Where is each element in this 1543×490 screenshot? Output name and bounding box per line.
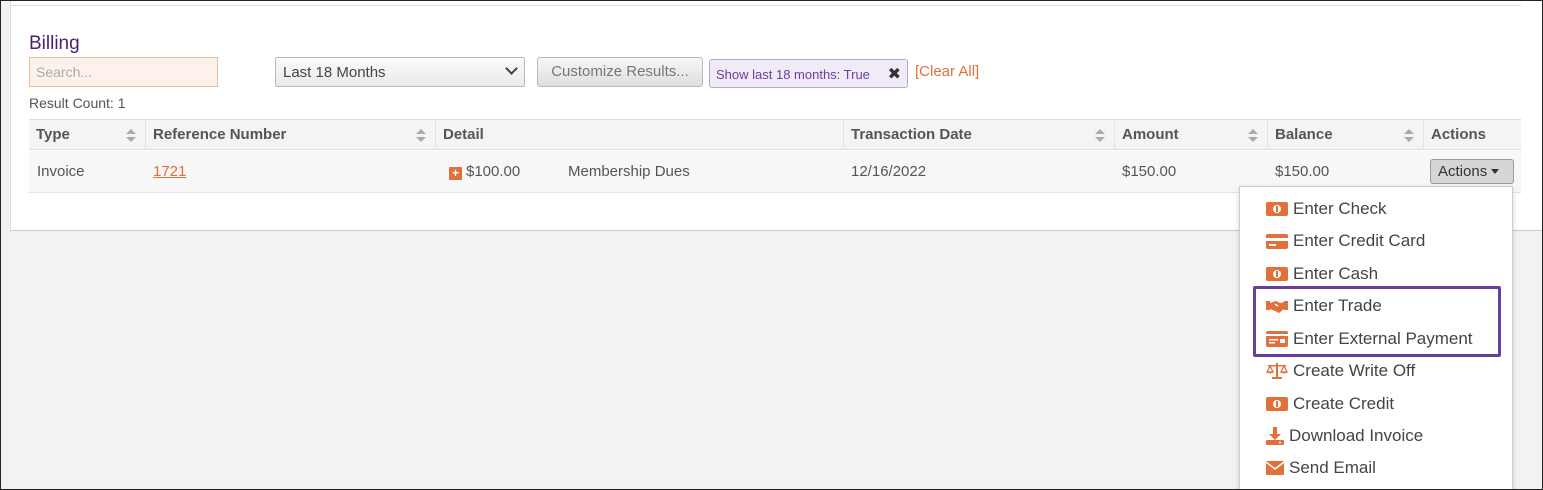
menu-item-enter-check[interactable]: Enter Check <box>1266 197 1387 221</box>
money-bill-icon <box>1266 394 1288 414</box>
close-icon[interactable]: ✖ <box>888 64 901 84</box>
column-header-reference[interactable]: Reference Number <box>146 120 436 150</box>
cell-detail-amount: + $100.00 <box>449 163 520 180</box>
actions-dropdown-button[interactable]: Actions <box>1430 159 1514 184</box>
menu-item-create-credit[interactable]: Create Credit <box>1266 392 1394 416</box>
column-header-label: Type <box>36 126 70 143</box>
sort-icon[interactable] <box>1248 129 1258 142</box>
cell-transaction-date: 12/16/2022 <box>851 163 927 180</box>
cell-balance: $150.00 <box>1275 163 1330 180</box>
actions-button-label: Actions <box>1438 163 1488 180</box>
panel-top-divider <box>11 0 1521 6</box>
menu-item-enter-cash[interactable]: Enter Cash <box>1266 262 1378 286</box>
period-select-value: Last 18 Months <box>283 64 386 81</box>
balance-scale-icon <box>1266 361 1288 381</box>
column-header-type[interactable]: Type <box>29 120 146 150</box>
column-header-actions: Actions <box>1424 120 1521 150</box>
envelope-icon <box>1266 458 1284 478</box>
menu-item-label: Enter External Payment <box>1293 329 1473 348</box>
handshake-icon <box>1266 296 1288 316</box>
filter-chip-label: Show last 18 months: True <box>716 67 870 82</box>
result-count: Result Count: 1 <box>29 95 126 111</box>
money-bill-icon <box>1266 264 1288 284</box>
menu-item-label: Enter Cash <box>1293 264 1379 283</box>
menu-item-enter-credit-card[interactable]: Enter Credit Card <box>1266 229 1425 253</box>
menu-item-enter-trade[interactable]: Enter Trade <box>1266 294 1382 318</box>
customize-results-button[interactable]: Customize Results... <box>537 57 703 87</box>
column-header-label: Transaction Date <box>851 126 972 143</box>
menu-item-label: Create Credit <box>1293 394 1395 413</box>
sort-icon[interactable] <box>1095 129 1105 142</box>
caret-down-icon <box>1491 169 1500 174</box>
menu-item-label: Enter Check <box>1293 199 1387 218</box>
detail-amount: $100.00 <box>466 163 521 180</box>
credit-card-icon <box>1266 231 1288 251</box>
page-title: Billing <box>29 33 80 54</box>
reference-link[interactable]: 1721 <box>153 163 186 180</box>
sort-icon[interactable] <box>126 129 136 142</box>
filter-chip: Show last 18 months: True ✖ <box>709 59 908 88</box>
card-icon <box>1266 329 1288 349</box>
menu-item-enter-external-payment[interactable]: Enter External Payment <box>1266 327 1473 351</box>
actions-menu: Enter Check Enter Credit Card Enter Cash… <box>1239 186 1513 490</box>
column-header-label: Detail <box>443 126 484 143</box>
download-icon <box>1266 426 1284 446</box>
menu-item-label: Create Write Off <box>1293 361 1416 380</box>
cell-detail-description: Membership Dues <box>568 163 690 180</box>
table-header: Type Reference Number Detail Transaction… <box>29 120 1521 150</box>
billing-table: Type Reference Number Detail Transaction… <box>29 119 1521 193</box>
money-bill-icon <box>1266 199 1288 219</box>
menu-item-download-invoice[interactable]: Download Invoice <box>1266 424 1423 448</box>
menu-item-label: Enter Trade <box>1293 296 1382 315</box>
menu-item-create-write-off[interactable]: Create Write Off <box>1266 359 1415 383</box>
cell-type: Invoice <box>37 163 85 180</box>
menu-item-label: Send Email <box>1289 458 1376 477</box>
menu-item-label: Enter Credit Card <box>1293 231 1426 250</box>
expand-plus-icon[interactable]: + <box>449 167 462 180</box>
column-header-label: Amount <box>1122 126 1179 143</box>
period-select[interactable]: Last 18 Months <box>275 57 525 87</box>
column-header-date[interactable]: Transaction Date <box>844 120 1115 150</box>
cell-amount: $150.00 <box>1122 163 1177 180</box>
menu-item-send-email[interactable]: Send Email <box>1266 456 1376 480</box>
column-header-amount[interactable]: Amount <box>1115 120 1268 150</box>
column-header-balance[interactable]: Balance <box>1268 120 1424 150</box>
column-header-detail: Detail <box>436 120 844 150</box>
menu-item-label: Download Invoice <box>1289 426 1424 445</box>
search-input[interactable] <box>29 57 218 87</box>
sort-icon[interactable] <box>416 129 426 142</box>
column-header-label: Reference Number <box>153 126 287 143</box>
clear-all-link[interactable]: [Clear All] <box>915 63 979 80</box>
chevron-down-icon <box>505 62 518 75</box>
sort-icon[interactable] <box>1404 129 1414 142</box>
column-header-label: Balance <box>1275 126 1333 143</box>
column-header-label: Actions <box>1431 126 1487 143</box>
cell-reference: 1721 <box>153 163 186 180</box>
